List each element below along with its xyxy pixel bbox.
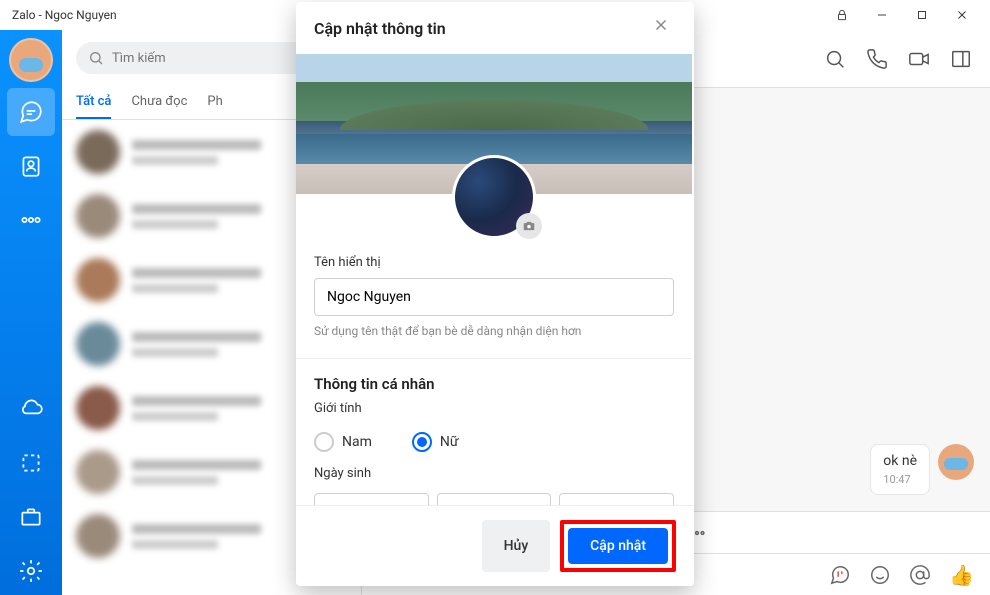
window-title: Zalo - Ngoc Nguyen	[12, 8, 117, 22]
mention-icon[interactable]	[909, 564, 931, 586]
update-button[interactable]: Cập nhật	[568, 528, 668, 564]
display-name-hint: Sử dụng tên thật để bạn bè dễ dàng nhận …	[314, 324, 674, 338]
thumbs-up-icon[interactable]: 👍	[949, 563, 974, 587]
dob-month-select[interactable]	[437, 493, 552, 505]
tab-unread[interactable]: Chưa đọc	[131, 86, 187, 119]
toolbox-icon[interactable]	[7, 493, 55, 541]
maximize-button[interactable]	[902, 0, 942, 30]
dob-label: Ngày sinh	[314, 466, 674, 481]
minimize-button[interactable]	[862, 0, 902, 30]
gender-female-label: Nữ	[440, 434, 459, 450]
gender-male-label: Nam	[342, 434, 372, 450]
cancel-button[interactable]: Hủy	[482, 520, 551, 572]
close-button[interactable]	[942, 0, 982, 30]
search-icon[interactable]	[824, 48, 846, 70]
close-icon[interactable]	[652, 16, 676, 40]
lock-icon[interactable]	[822, 0, 862, 30]
gender-male-radio[interactable]: Nam	[314, 432, 372, 452]
more-icon[interactable]	[7, 196, 55, 244]
quick-reply-icon[interactable]	[829, 564, 851, 586]
dob-day-select[interactable]	[314, 493, 429, 505]
dob-year-select[interactable]	[559, 493, 674, 505]
tab-other[interactable]: Ph	[207, 86, 222, 119]
highlight-box: Cập nhật	[560, 520, 676, 572]
message-avatar[interactable]	[938, 444, 974, 480]
personal-info-title: Thông tin cá nhân	[296, 359, 692, 401]
message-time: 10:47	[883, 473, 917, 486]
display-name-input[interactable]	[314, 278, 674, 316]
message-text: ok nè	[883, 453, 917, 469]
gender-female-radio[interactable]: Nữ	[412, 432, 459, 452]
panel-icon[interactable]	[950, 48, 972, 70]
cloud-icon[interactable]	[7, 385, 55, 433]
nav-sidebar	[0, 30, 62, 595]
screenshot-icon[interactable]	[7, 439, 55, 487]
contacts-icon[interactable]	[7, 142, 55, 190]
modal-title: Cập nhật thông tin	[314, 19, 446, 38]
gender-label: Giới tính	[314, 401, 674, 416]
camera-icon[interactable]	[516, 213, 542, 239]
settings-icon[interactable]	[7, 547, 55, 595]
video-icon[interactable]	[908, 48, 930, 70]
call-icon[interactable]	[866, 48, 888, 70]
search-icon	[88, 50, 104, 66]
message-bubble[interactable]: ok nè 10:47	[870, 444, 930, 495]
avatar[interactable]	[9, 38, 53, 82]
display-name-label: Tên hiển thị	[314, 255, 674, 270]
emoji-icon[interactable]	[869, 564, 891, 586]
chat-icon[interactable]	[7, 88, 55, 136]
tab-all[interactable]: Tất cả	[76, 86, 111, 119]
update-profile-modal: Cập nhật thông tin Tên hiển thị Sử dụng …	[296, 2, 694, 586]
